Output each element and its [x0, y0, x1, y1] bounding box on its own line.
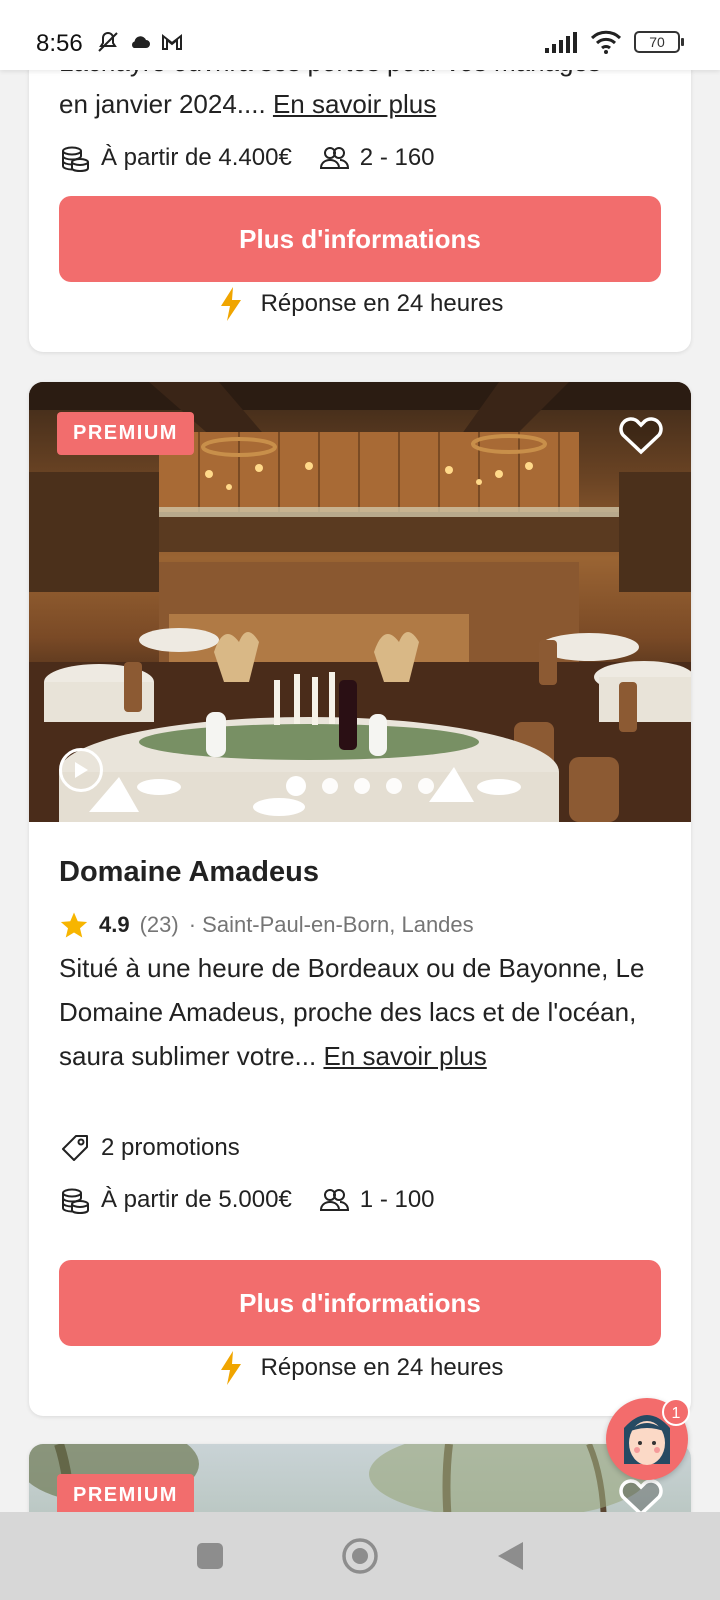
rating-row: 4.9 (23) · Saint-Paul-en-Born, Landes	[59, 910, 474, 940]
square-icon	[197, 1543, 223, 1569]
more-info-button[interactable]: Plus d'informations	[59, 196, 661, 282]
guests-icon	[318, 142, 350, 174]
capacity-label: 1 - 100	[359, 1186, 435, 1213]
venue-card-domaine-amadeus[interactable]: PREMIUM Domaine Amadeus 4.9 (23) · Saint…	[29, 382, 691, 1416]
cloud-icon	[132, 36, 150, 48]
play-icon	[75, 762, 88, 778]
battery-indicator: 70	[634, 31, 684, 53]
wifi-icon	[590, 30, 622, 54]
carousel-dot[interactable]	[418, 778, 434, 794]
venue-location: · Saint-Paul-en-Born, Landes	[188, 912, 474, 937]
back-triangle-icon	[498, 1542, 523, 1570]
favorite-heart-icon[interactable]	[617, 412, 665, 456]
status-bar: 8:56 70	[0, 0, 720, 70]
promotions-label: 2 promotions	[101, 1134, 240, 1161]
price-label: À partir de 4.400€	[101, 144, 292, 171]
coins-icon	[59, 142, 91, 174]
read-more-link[interactable]: En savoir plus	[323, 1041, 486, 1071]
price-label: À partir de 5.000€	[101, 1186, 292, 1213]
carousel-dots	[29, 776, 691, 796]
carousel-dot[interactable]	[354, 778, 370, 794]
response-label: Réponse en 24 heures	[260, 290, 504, 317]
premium-badge: PREMIUM	[57, 412, 194, 455]
promotions-row: 2 promotions	[59, 1132, 240, 1164]
home-button[interactable]	[340, 1536, 380, 1576]
system-navigation-bar	[0, 1512, 720, 1600]
signal-icon	[545, 32, 577, 53]
price-capacity-row: À partir de 5.000€ 1 - 100	[59, 1184, 435, 1216]
carousel-dot[interactable]	[322, 778, 338, 794]
tag-icon	[59, 1132, 91, 1164]
response-time: Réponse en 24 heures	[29, 286, 691, 322]
carousel-dot[interactable]	[386, 778, 402, 794]
lightning-icon	[220, 287, 241, 321]
lightning-icon	[220, 1351, 241, 1385]
response-label: Réponse en 24 heures	[260, 1354, 504, 1381]
guests-icon	[318, 1184, 350, 1216]
coins-icon	[59, 1184, 91, 1216]
star-icon	[60, 912, 88, 938]
premium-badge: PREMIUM	[57, 1474, 194, 1517]
venue-description: en janvier 2024....	[59, 89, 266, 119]
review-count: (23)	[139, 912, 179, 937]
recent-apps-button[interactable]	[190, 1536, 230, 1576]
rating-value: 4.9	[99, 912, 130, 937]
price-capacity-row: À partir de 4.400€ 2 - 160	[59, 142, 435, 174]
more-info-button[interactable]: Plus d'informations	[59, 1260, 661, 1346]
gmail-icon	[162, 33, 182, 50]
status-time: 8:56	[36, 30, 83, 57]
chat-notification-badge: 1	[662, 1398, 690, 1426]
back-button[interactable]	[490, 1536, 530, 1576]
venue-title[interactable]: Domaine Amadeus	[59, 856, 319, 889]
venue-photo-carousel[interactable]: PREMIUM	[29, 382, 691, 822]
read-more-link[interactable]: En savoir plus	[273, 89, 436, 119]
carousel-dot[interactable]	[286, 776, 306, 796]
home-circle-icon	[342, 1538, 378, 1574]
response-time: Réponse en 24 heures	[29, 1350, 691, 1386]
mute-notification-icon	[98, 31, 118, 52]
capacity-label: 2 - 160	[359, 144, 435, 171]
